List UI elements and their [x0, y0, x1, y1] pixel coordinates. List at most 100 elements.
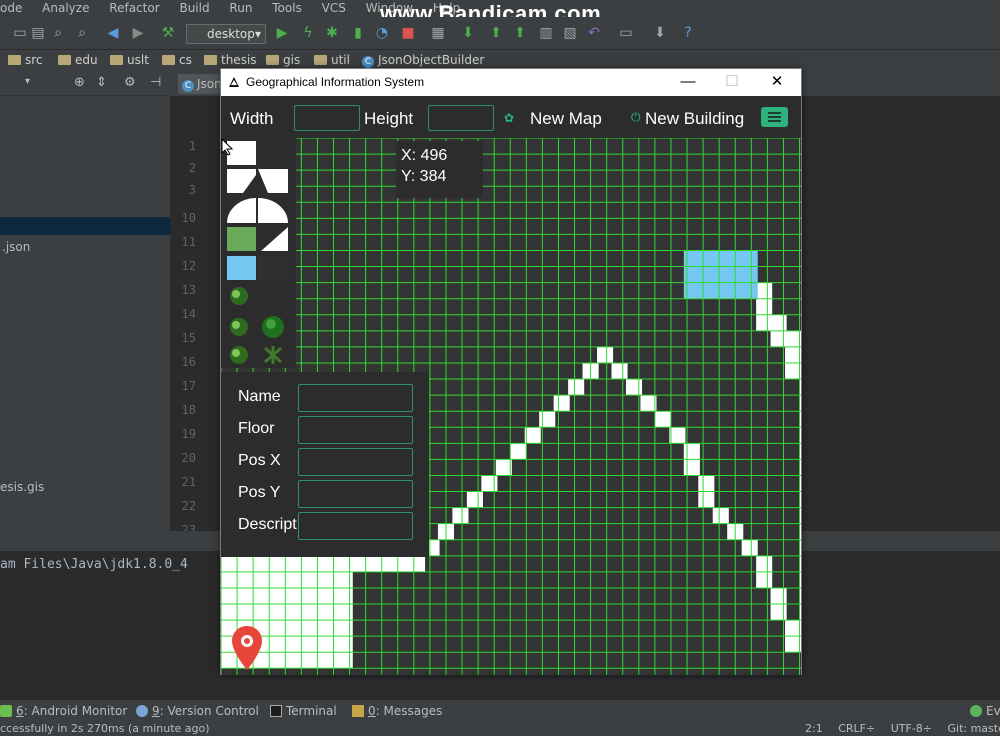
- building-tile[interactable]: [683, 250, 700, 267]
- road-tile[interactable]: [307, 620, 324, 637]
- building-tile[interactable]: [698, 282, 715, 299]
- road-tile[interactable]: [336, 571, 353, 588]
- compare-icon[interactable]: ▥: [538, 25, 554, 41]
- road-tile[interactable]: [249, 604, 266, 621]
- road-tile[interactable]: [698, 491, 715, 508]
- road-tile[interactable]: [235, 604, 252, 621]
- app-titlebar[interactable]: Geographical Information System — ☐ ✕: [221, 69, 801, 96]
- road-tile[interactable]: [249, 555, 266, 572]
- project-file-json[interactable]: .json: [2, 240, 30, 254]
- road-tile[interactable]: [235, 587, 252, 605]
- road-tile[interactable]: [452, 507, 469, 524]
- road-tile[interactable]: [264, 604, 281, 621]
- road-tile[interactable]: [770, 587, 787, 605]
- road-tile[interactable]: [235, 571, 252, 588]
- breadcrumb-thesis[interactable]: thesis: [204, 53, 257, 67]
- road-tile[interactable]: [307, 652, 324, 669]
- road-tile[interactable]: [221, 555, 238, 572]
- gear-icon[interactable]: ⚙: [124, 75, 136, 90]
- menu-build[interactable]: Build: [179, 0, 209, 17]
- road-tile[interactable]: [307, 636, 324, 653]
- road-tile[interactable]: [409, 555, 426, 572]
- empty-tile-swatch[interactable]: [258, 256, 288, 280]
- vcs-push-icon[interactable]: ⬆: [512, 25, 528, 41]
- road-tile[interactable]: [770, 330, 787, 347]
- road-tile[interactable]: [770, 314, 787, 331]
- road-tile[interactable]: [568, 379, 585, 396]
- road-tile[interactable]: [278, 652, 295, 669]
- road-tile[interactable]: [510, 443, 527, 460]
- breadcrumb-src[interactable]: src: [8, 53, 43, 67]
- new-building-button[interactable]: New Building: [645, 109, 744, 129]
- menu-tools[interactable]: Tools: [272, 0, 302, 17]
- road-tile[interactable]: [322, 555, 339, 572]
- road-tile[interactable]: [698, 475, 715, 492]
- stop-icon[interactable]: ■: [400, 25, 416, 41]
- road-tile[interactable]: [221, 604, 238, 621]
- building-tile[interactable]: [698, 250, 715, 267]
- road-tile[interactable]: [264, 652, 281, 669]
- back-arrow-icon[interactable]: ◀: [105, 25, 121, 41]
- tab-android-monitor[interactable]: 6: Android Monitor: [0, 704, 127, 718]
- search-icon[interactable]: ⌕: [50, 25, 66, 41]
- road-tile[interactable]: [278, 555, 295, 572]
- road-tile[interactable]: [322, 571, 339, 588]
- file-encoding[interactable]: UTF-8÷: [891, 722, 932, 735]
- maximize-button[interactable]: ☐: [717, 72, 747, 92]
- description-input[interactable]: [298, 512, 413, 540]
- road-tile[interactable]: [495, 459, 512, 476]
- road-tile[interactable]: [264, 571, 281, 588]
- forward-arrow-icon[interactable]: ▶: [130, 25, 146, 41]
- road-tile[interactable]: [307, 555, 324, 572]
- grass-swatch[interactable]: [227, 227, 256, 251]
- menu-analyze[interactable]: Analyze: [42, 0, 89, 17]
- breadcrumb-edu[interactable]: edu: [58, 53, 98, 67]
- road-tile[interactable]: [351, 555, 368, 572]
- height-input[interactable]: [428, 105, 494, 131]
- tab-terminal[interactable]: Terminal: [270, 704, 337, 718]
- new-map-button[interactable]: New Map: [530, 109, 602, 129]
- building-tile[interactable]: [683, 282, 700, 299]
- building-tile[interactable]: [698, 266, 715, 283]
- road-tile[interactable]: [466, 491, 483, 508]
- replace-icon[interactable]: ⌕: [74, 25, 90, 41]
- pos-y-input[interactable]: [298, 480, 413, 508]
- road-tile[interactable]: [539, 411, 556, 428]
- building-tile[interactable]: [741, 266, 758, 283]
- building-tile[interactable]: [712, 282, 729, 299]
- road-tile[interactable]: [756, 555, 773, 572]
- pos-x-input[interactable]: [298, 448, 413, 476]
- chevron-down-icon[interactable]: ▾: [25, 76, 30, 87]
- vcs-update-icon[interactable]: ⬇: [460, 25, 476, 41]
- road-tile[interactable]: [336, 604, 353, 621]
- breadcrumb-util[interactable]: util: [314, 53, 350, 67]
- menu-vcs[interactable]: VCS: [322, 0, 346, 17]
- road-tile[interactable]: [785, 346, 801, 363]
- road-tile[interactable]: [683, 459, 700, 476]
- map-canvas[interactable]: X: 496 Y: 384 Name Floor Pos X Pos Y Des…: [221, 138, 801, 675]
- building-tile[interactable]: [712, 266, 729, 283]
- road-tile[interactable]: [683, 443, 700, 460]
- road-tile[interactable]: [235, 555, 252, 572]
- road-tile[interactable]: [249, 587, 266, 605]
- device-icon[interactable]: ▭: [618, 25, 634, 41]
- road-tile[interactable]: [336, 620, 353, 637]
- tab-messages[interactable]: 0: Messages: [352, 704, 442, 718]
- road-tile[interactable]: [264, 636, 281, 653]
- road-tile[interactable]: [336, 587, 353, 605]
- road-tile[interactable]: [640, 395, 657, 412]
- breadcrumb-gis[interactable]: gis: [266, 53, 300, 67]
- road-tile[interactable]: [307, 571, 324, 588]
- road-tile[interactable]: [712, 507, 729, 524]
- revert-icon[interactable]: ↶: [586, 25, 602, 41]
- road-tile[interactable]: [654, 411, 671, 428]
- coverage-icon[interactable]: ▮: [350, 25, 366, 41]
- road-tile[interactable]: [756, 571, 773, 588]
- road-tile[interactable]: [278, 604, 295, 621]
- road-tile[interactable]: [756, 282, 773, 299]
- sdk-icon[interactable]: ⬇: [652, 25, 668, 41]
- collapse-icon[interactable]: ⇕: [96, 75, 107, 90]
- road-tile[interactable]: [307, 587, 324, 605]
- run-config-select[interactable]: desktop ▾: [186, 24, 266, 44]
- breadcrumb-cs[interactable]: cs: [162, 53, 192, 67]
